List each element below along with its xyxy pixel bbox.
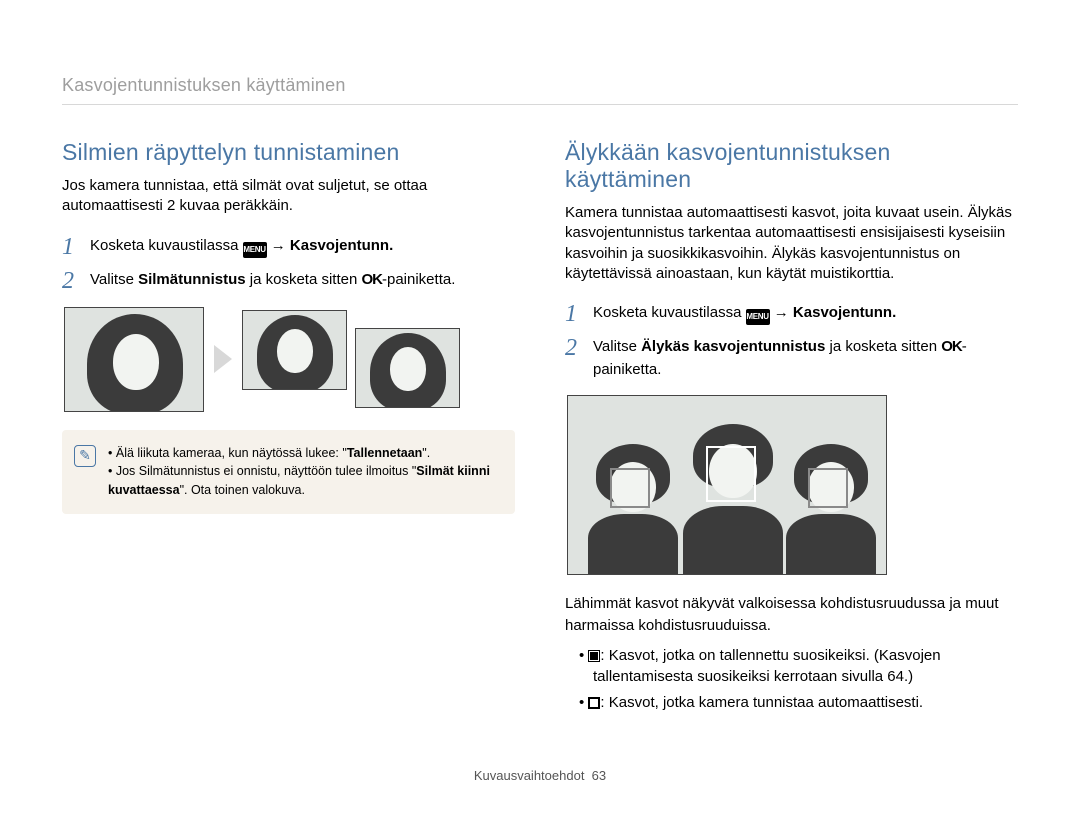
right-column: Älykkään kasvojentunnistuksen käyttämine… bbox=[565, 139, 1018, 718]
note-icon: ✎ bbox=[74, 445, 96, 467]
rstep2-b: ja kosketa sitten bbox=[825, 338, 941, 355]
smart-face-photo bbox=[567, 395, 887, 575]
bullet-auto-face: : Kasvot, jotka kamera tunnistaa automaa… bbox=[579, 692, 1018, 714]
page-footer: Kuvausvaihtoehdot 63 bbox=[0, 768, 1080, 783]
left-step-1-body: Kosketa kuvaustilassa MENU → Kasvojentun… bbox=[90, 235, 515, 258]
right-intro-text: Kamera tunnistaa automaattisesti kasvot,… bbox=[565, 203, 1018, 284]
arrow-right-icon bbox=[214, 345, 232, 373]
rstep1-bold: Kasvojentunn. bbox=[793, 304, 896, 321]
step1-pre: Kosketa kuvaustilassa bbox=[90, 237, 243, 254]
bullet1-text: : Kasvot, jotka on tallennettu suosikeik… bbox=[593, 647, 941, 686]
right-step-list: 1 Kosketa kuvaustilassa MENU → Kasvojent… bbox=[565, 302, 1018, 381]
note1-a: Älä liikuta kameraa, kun näytössä lukee:… bbox=[116, 446, 347, 460]
right-step-2-body: Valitse Älykäs kasvojentunnistus ja kosk… bbox=[593, 336, 1018, 381]
section-divider bbox=[62, 104, 1018, 105]
right-section-title: Älykkään kasvojentunnistuksen käyttämine… bbox=[565, 139, 1018, 193]
footer-page-number: 63 bbox=[592, 768, 606, 783]
rstep1-pre: Kosketa kuvaustilassa bbox=[593, 304, 746, 321]
blink-photo-small-2 bbox=[355, 328, 460, 408]
right-step-1-body: Kosketa kuvaustilassa MENU → Kasvojentun… bbox=[593, 302, 1018, 325]
note-item-2: Jos Silmätunnistus ei onnistu, näyttöön … bbox=[108, 462, 499, 500]
left-step-2: 2 Valitse Silmätunnistus ja kosketa sitt… bbox=[62, 269, 515, 293]
blink-photo-small-1 bbox=[242, 310, 347, 390]
step-number-r1: 1 bbox=[565, 302, 583, 326]
step-number-1: 1 bbox=[62, 235, 80, 259]
two-column-layout: Silmien räpyttelyn tunnistaminen Jos kam… bbox=[62, 139, 1018, 718]
rstep1-arrow: → bbox=[770, 304, 793, 321]
note1-b: ". bbox=[422, 446, 430, 460]
rstep2-bold: Älykäs kasvojentunnistus bbox=[641, 338, 825, 355]
menu-icon: MENU bbox=[243, 242, 267, 258]
note-item-1: Älä liikuta kameraa, kun näytössä lukee:… bbox=[108, 444, 499, 463]
step-number-2: 2 bbox=[62, 269, 80, 293]
step2-c: -painiketta. bbox=[382, 271, 455, 288]
left-intro-text: Jos kamera tunnistaa, että silmät ovat s… bbox=[62, 176, 515, 217]
left-step-1: 1 Kosketa kuvaustilassa MENU → Kasvojent… bbox=[62, 235, 515, 259]
right-step-2: 2 Valitse Älykäs kasvojentunnistus ja ko… bbox=[565, 336, 1018, 381]
bullet-favorite-face: : Kasvot, jotka on tallennettu suosikeik… bbox=[579, 645, 1018, 689]
right-bullet-list: : Kasvot, jotka on tallennettu suosikeik… bbox=[565, 645, 1018, 714]
note-list: Älä liikuta kameraa, kun näytössä lukee:… bbox=[108, 444, 499, 500]
left-column: Silmien räpyttelyn tunnistaminen Jos kam… bbox=[62, 139, 515, 718]
rstep2-a: Valitse bbox=[593, 338, 641, 355]
left-section-title: Silmien räpyttelyn tunnistaminen bbox=[62, 139, 515, 166]
note1-quote: Tallennetaan bbox=[347, 446, 422, 460]
left-step-2-body: Valitse Silmätunnistus ja kosketa sitten… bbox=[90, 269, 515, 292]
footer-label: Kuvausvaihtoehdot bbox=[474, 768, 585, 783]
step1-bold: Kasvojentunn. bbox=[290, 237, 393, 254]
focus-box-white bbox=[706, 446, 756, 502]
note2-b: ". Ota toinen valokuva. bbox=[180, 483, 305, 497]
note-box: ✎ Älä liikuta kameraa, kun näytössä luke… bbox=[62, 430, 515, 514]
left-step-list: 1 Kosketa kuvaustilassa MENU → Kasvojent… bbox=[62, 235, 515, 293]
focus-box-gray-1 bbox=[610, 468, 650, 508]
blink-photo-pair bbox=[242, 310, 460, 408]
menu-icon: MENU bbox=[746, 309, 770, 325]
favorite-face-icon bbox=[588, 650, 600, 662]
step-number-r2: 2 bbox=[565, 336, 583, 360]
ok-icon: OK bbox=[362, 271, 383, 288]
ok-icon: OK bbox=[941, 338, 962, 355]
step1-arrow: → bbox=[267, 237, 290, 254]
breadcrumb: Kasvojentunnistuksen käyttäminen bbox=[62, 75, 1018, 96]
right-after-text: Lähimmät kasvot näkyvät valkoisessa kohd… bbox=[565, 593, 1018, 637]
bullet2-text: : Kasvot, jotka kamera tunnistaa automaa… bbox=[600, 694, 923, 711]
blink-photo-closed-eyes bbox=[64, 307, 204, 412]
auto-face-icon bbox=[588, 697, 600, 709]
right-step-1: 1 Kosketa kuvaustilassa MENU → Kasvojent… bbox=[565, 302, 1018, 326]
step2-a: Valitse bbox=[90, 271, 138, 288]
note2-a: Jos Silmätunnistus ei onnistu, näyttöön … bbox=[116, 464, 416, 478]
focus-box-gray-2 bbox=[808, 468, 848, 508]
step2-bold: Silmätunnistus bbox=[138, 271, 246, 288]
blink-example-images bbox=[64, 307, 515, 412]
step2-b: ja kosketa sitten bbox=[246, 271, 362, 288]
